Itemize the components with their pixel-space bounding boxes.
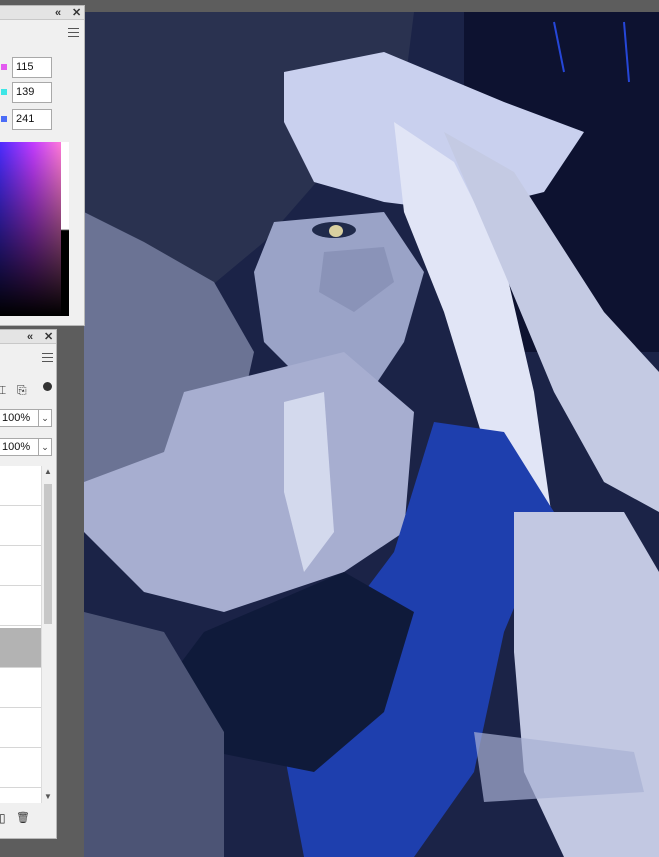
color-panel: « ✕ 115 139 241 xyxy=(0,5,85,326)
close-icon[interactable]: ✕ xyxy=(72,6,81,20)
blue-value-input[interactable]: 241 xyxy=(12,109,52,130)
blue-channel-icon xyxy=(1,116,7,122)
layer-icon[interactable]: ▯ xyxy=(0,811,6,825)
double-chevron-left-icon[interactable]: « xyxy=(55,6,61,20)
duplicate-icon[interactable]: ⎘ xyxy=(17,383,27,397)
double-chevron-left-icon[interactable]: « xyxy=(27,330,33,344)
drawing-canvas[interactable] xyxy=(84,12,659,857)
layer-panel: « ✕ ⌶ ⎘ 100% ⌄ 100% ⌄ ▲ ▼ ▯ 🗑 xyxy=(0,329,57,839)
blue-channel-row: 241 xyxy=(0,109,59,131)
zoom-value: 100% xyxy=(2,441,31,453)
hamburger-menu-icon[interactable] xyxy=(68,28,79,37)
scroll-up-icon[interactable]: ▲ xyxy=(42,466,54,478)
hamburger-menu-icon[interactable] xyxy=(42,353,53,362)
layer-scrollbar[interactable]: ▲ ▼ xyxy=(41,466,53,803)
layer-row[interactable] xyxy=(0,586,41,626)
layer-row[interactable] xyxy=(0,668,41,708)
green-channel-icon xyxy=(1,89,7,95)
chevron-down-icon[interactable]: ⌄ xyxy=(38,439,51,455)
color-panel-titlebar[interactable]: « ✕ xyxy=(0,6,84,20)
layer-row[interactable] xyxy=(0,466,41,506)
layer-list[interactable] xyxy=(0,466,41,803)
red-channel-icon xyxy=(1,64,7,70)
layer-panel-titlebar[interactable]: « ✕ xyxy=(0,330,56,344)
red-channel-row: 115 xyxy=(0,57,59,79)
layer-row[interactable] xyxy=(0,708,41,748)
hue-slider[interactable] xyxy=(61,142,69,316)
layer-row-selected[interactable] xyxy=(0,628,41,668)
artwork-illustration xyxy=(84,12,659,857)
color-dot-icon[interactable] xyxy=(43,382,52,391)
layer-row[interactable] xyxy=(0,546,41,586)
layer-row[interactable] xyxy=(0,748,41,788)
trash-icon[interactable]: 🗑 xyxy=(16,811,30,825)
close-icon[interactable]: ✕ xyxy=(44,330,53,344)
green-value-input[interactable]: 139 xyxy=(12,82,52,103)
saturation-value-area[interactable] xyxy=(0,142,61,316)
opacity-dropdown[interactable]: 100% ⌄ xyxy=(0,409,52,427)
chevron-down-icon[interactable]: ⌄ xyxy=(38,410,51,426)
zoom-dropdown[interactable]: 100% ⌄ xyxy=(0,438,52,456)
frame-icon[interactable]: ⌶ xyxy=(0,383,6,397)
scroll-down-icon[interactable]: ▼ xyxy=(42,791,54,803)
layer-row[interactable] xyxy=(0,506,41,546)
paint-app-window: « ✕ 115 139 241 « ✕ ⌶ ⎘ 100% ⌄ 100% ⌄ ▲ … xyxy=(0,0,659,857)
red-value-input[interactable]: 115 xyxy=(12,57,52,78)
scroll-thumb[interactable] xyxy=(44,484,52,624)
green-channel-row: 139 xyxy=(0,82,59,104)
color-picker[interactable] xyxy=(0,142,69,316)
opacity-value: 100% xyxy=(2,412,31,424)
